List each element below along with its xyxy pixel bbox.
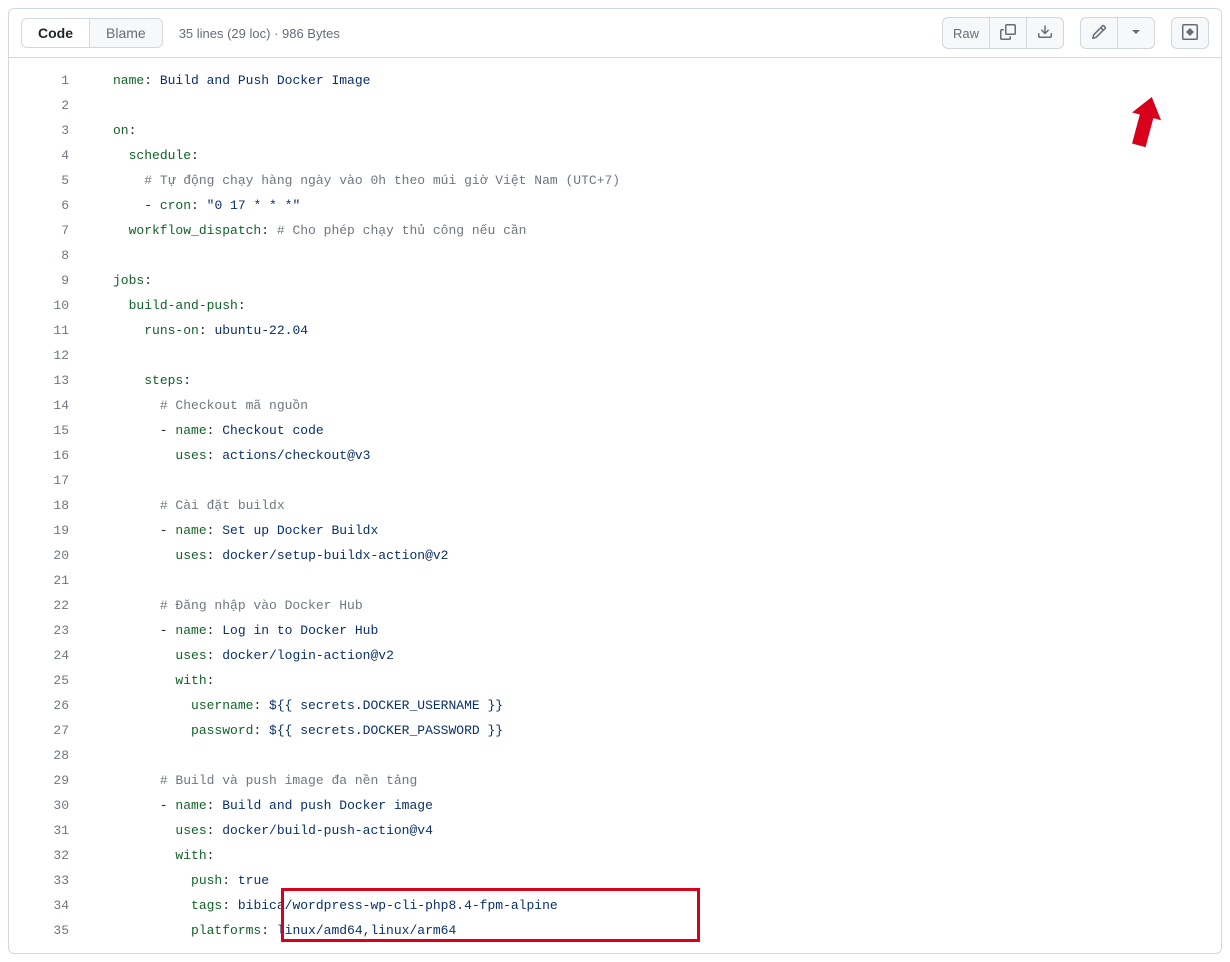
line-number[interactable]: 3: [9, 118, 79, 143]
line-number[interactable]: 11: [9, 318, 79, 343]
line-number[interactable]: 12: [9, 343, 79, 368]
code-line: [93, 343, 1221, 368]
line-number[interactable]: 9: [9, 268, 79, 293]
edit-menu-button[interactable]: [1117, 17, 1155, 49]
code-line: push: true: [93, 868, 1221, 893]
chevron-down-icon: [1128, 24, 1144, 43]
copy-button[interactable]: [989, 17, 1026, 49]
edit-button[interactable]: [1080, 17, 1117, 49]
line-numbers: 1234567891011121314151617181920212223242…: [9, 58, 93, 953]
line-number[interactable]: 31: [9, 818, 79, 843]
code-line: platforms: linux/amd64,linux/arm64: [93, 918, 1221, 943]
code-line: uses: actions/checkout@v3: [93, 443, 1221, 468]
pencil-icon: [1091, 24, 1107, 43]
code-line: jobs:: [93, 268, 1221, 293]
line-number[interactable]: 17: [9, 468, 79, 493]
tab-blame[interactable]: Blame: [90, 19, 162, 47]
code-line: tags: bibica/wordpress-wp-cli-php8.4-fpm…: [93, 893, 1221, 918]
edit-group: [1080, 17, 1155, 49]
raw-group: Raw: [942, 17, 1064, 49]
line-number[interactable]: 34: [9, 893, 79, 918]
line-number[interactable]: 15: [9, 418, 79, 443]
code-line: on:: [93, 118, 1221, 143]
line-number[interactable]: 32: [9, 843, 79, 868]
code-line: uses: docker/setup-buildx-action@v2: [93, 543, 1221, 568]
file-info: 35 lines (29 loc) · 986 Bytes: [179, 26, 340, 41]
code-content[interactable]: name: Build and Push Docker Image on: sc…: [93, 58, 1221, 953]
code-line: [93, 243, 1221, 268]
line-number[interactable]: 21: [9, 568, 79, 593]
code-line: runs-on: ubuntu-22.04: [93, 318, 1221, 343]
code-line: # Build và push image đa nền tảng: [93, 768, 1221, 793]
line-number[interactable]: 2: [9, 93, 79, 118]
tab-group: Code Blame: [21, 18, 163, 48]
line-number[interactable]: 16: [9, 443, 79, 468]
line-number[interactable]: 7: [9, 218, 79, 243]
tab-code[interactable]: Code: [22, 19, 90, 47]
code-line: - name: Log in to Docker Hub: [93, 618, 1221, 643]
code-line: [93, 468, 1221, 493]
code-line: uses: docker/login-action@v2: [93, 643, 1221, 668]
code-line: workflow_dispatch: # Cho phép chạy thủ c…: [93, 218, 1221, 243]
line-number[interactable]: 19: [9, 518, 79, 543]
download-icon: [1037, 24, 1053, 43]
line-number[interactable]: 27: [9, 718, 79, 743]
file-view-container: Code Blame 35 lines (29 loc) · 986 Bytes…: [8, 8, 1222, 954]
code-line: - cron: "0 17 * * *": [93, 193, 1221, 218]
toolbar: Code Blame 35 lines (29 loc) · 986 Bytes…: [9, 9, 1221, 58]
line-number[interactable]: 13: [9, 368, 79, 393]
code-line: with:: [93, 843, 1221, 868]
line-number[interactable]: 6: [9, 193, 79, 218]
code-line: - name: Checkout code: [93, 418, 1221, 443]
line-number[interactable]: 35: [9, 918, 79, 943]
code-line: build-and-push:: [93, 293, 1221, 318]
line-number[interactable]: 14: [9, 393, 79, 418]
code-line: # Tự động chạy hàng ngày vào 0h theo múi…: [93, 168, 1221, 193]
line-number[interactable]: 24: [9, 643, 79, 668]
code-line: - name: Build and push Docker image: [93, 793, 1221, 818]
code-line: - name: Set up Docker Buildx: [93, 518, 1221, 543]
line-number[interactable]: 4: [9, 143, 79, 168]
line-number[interactable]: 26: [9, 693, 79, 718]
line-number[interactable]: 25: [9, 668, 79, 693]
code-line: with:: [93, 668, 1221, 693]
line-number[interactable]: 1: [9, 68, 79, 93]
line-number[interactable]: 5: [9, 168, 79, 193]
line-number[interactable]: 30: [9, 793, 79, 818]
code-line: # Đăng nhập vào Docker Hub: [93, 593, 1221, 618]
line-number[interactable]: 8: [9, 243, 79, 268]
code-line: password: ${{ secrets.DOCKER_PASSWORD }}: [93, 718, 1221, 743]
code-line: [93, 93, 1221, 118]
line-number[interactable]: 29: [9, 768, 79, 793]
line-number[interactable]: 20: [9, 543, 79, 568]
symbols-button[interactable]: [1171, 17, 1209, 49]
line-number[interactable]: 18: [9, 493, 79, 518]
symbols-icon: [1182, 24, 1198, 43]
line-number[interactable]: 10: [9, 293, 79, 318]
line-number[interactable]: 23: [9, 618, 79, 643]
code-area: 1234567891011121314151617181920212223242…: [9, 58, 1221, 953]
copy-icon: [1000, 24, 1016, 43]
code-line: uses: docker/build-push-action@v4: [93, 818, 1221, 843]
line-number[interactable]: 28: [9, 743, 79, 768]
line-number[interactable]: 22: [9, 593, 79, 618]
code-line: username: ${{ secrets.DOCKER_USERNAME }}: [93, 693, 1221, 718]
line-number[interactable]: 33: [9, 868, 79, 893]
code-line: name: Build and Push Docker Image: [93, 68, 1221, 93]
code-line: schedule:: [93, 143, 1221, 168]
raw-button[interactable]: Raw: [942, 17, 989, 49]
download-button[interactable]: [1026, 17, 1064, 49]
code-line: [93, 743, 1221, 768]
code-line: [93, 568, 1221, 593]
code-line: # Checkout mã nguồn: [93, 393, 1221, 418]
code-line: # Cài đặt buildx: [93, 493, 1221, 518]
code-line: steps:: [93, 368, 1221, 393]
